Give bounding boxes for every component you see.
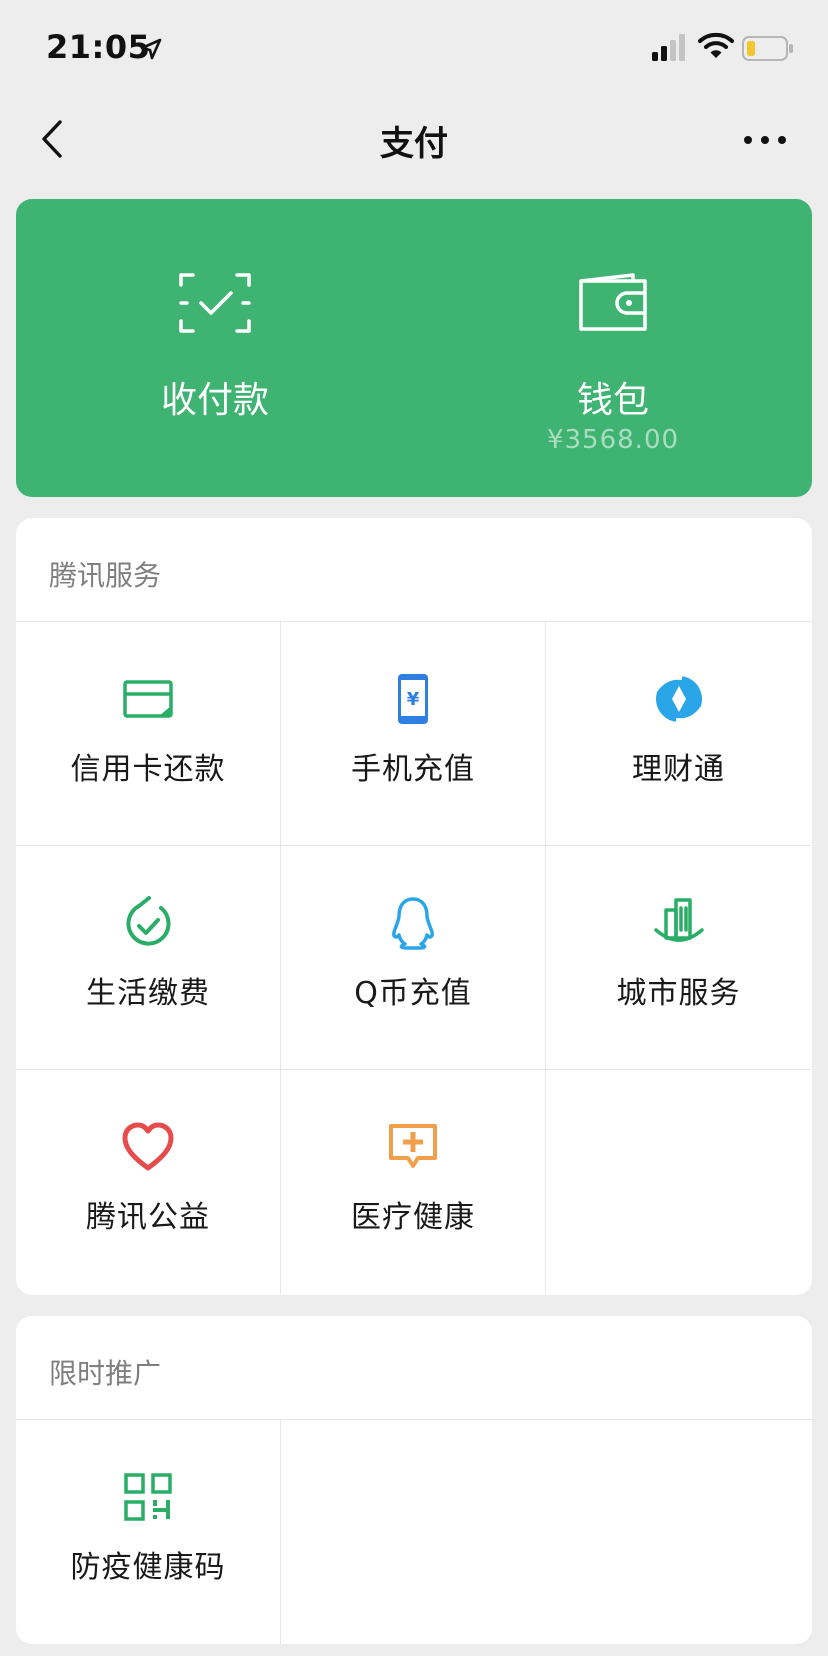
service-label: 信用卡还款 <box>70 752 226 787</box>
service-label: 生活缴费 <box>86 976 210 1011</box>
service-label: Q币充值 <box>354 976 472 1011</box>
section-title: 腾讯服务 <box>49 559 162 592</box>
promotion-section: 限时推广 防疫健康码 <box>16 1316 812 1644</box>
service-label: 医疗健康 <box>351 1200 475 1235</box>
receive-pay-button[interactable]: 收付款 <box>16 199 414 497</box>
promo-health-code[interactable]: 防疫健康码 <box>16 1420 281 1644</box>
utilities-icon <box>126 896 171 946</box>
wifi-icon <box>698 32 734 58</box>
qq-penguin-icon <box>392 897 434 950</box>
service-label: 城市服务 <box>616 976 741 1011</box>
charity-heart-icon <box>122 1122 174 1171</box>
scan-check-icon <box>179 273 251 333</box>
section-title: 限时推广 <box>49 1357 162 1390</box>
service-phone-topup[interactable]: ¥ 手机充值 <box>281 622 546 846</box>
qr-code-icon <box>124 1473 172 1521</box>
section-header: 腾讯服务 <box>16 518 812 622</box>
location-arrow-icon <box>140 38 162 60</box>
service-label: 腾讯公益 <box>86 1200 210 1235</box>
promo-label: 防疫健康码 <box>70 1550 226 1585</box>
section-header: 限时推广 <box>16 1316 812 1420</box>
tencent-services-section: 腾讯服务 信用卡还款 ¥ 手机充值 理财通 生活缴费 Q币充值 城市服务 腾讯公… <box>16 518 812 1295</box>
battery-icon <box>742 36 793 61</box>
payment-card: 收付款 钱包 ¥3568.00 <box>16 199 812 497</box>
svg-text:¥: ¥ <box>407 689 420 710</box>
wallet-label: 钱包 <box>576 380 649 421</box>
receive-pay-label: 收付款 <box>160 380 269 421</box>
service-utilities[interactable]: 生活缴费 <box>16 846 281 1070</box>
city-icon <box>653 898 704 942</box>
wallet-balance: ¥3568.00 <box>546 425 680 455</box>
wealth-icon <box>653 675 704 723</box>
service-city[interactable]: 城市服务 <box>546 846 811 1070</box>
navigation-bar: 支付 <box>0 96 828 184</box>
service-medical[interactable]: 医疗健康 <box>281 1070 546 1294</box>
service-label: 手机充值 <box>351 752 475 787</box>
credit-card-icon <box>123 680 173 718</box>
more-options-icon[interactable] <box>740 122 790 158</box>
medical-icon <box>389 1124 437 1168</box>
service-credit-card-repay[interactable]: 信用卡还款 <box>16 622 281 846</box>
wallet-icon <box>579 273 647 331</box>
service-label: 理财通 <box>632 752 725 787</box>
status-bar: 21:05 <box>0 0 828 96</box>
status-time: 21:05 <box>46 28 151 66</box>
service-wealth[interactable]: 理财通 <box>546 622 811 846</box>
cellular-signal-icon <box>652 34 685 61</box>
service-q-coin[interactable]: Q币充值 <box>281 846 546 1070</box>
empty-cell <box>546 1070 811 1294</box>
wallet-button[interactable]: 钱包 ¥3568.00 <box>414 199 812 497</box>
service-charity[interactable]: 腾讯公益 <box>16 1070 281 1294</box>
phone-topup-icon: ¥ <box>398 674 428 724</box>
page-title: 支付 <box>380 124 448 164</box>
